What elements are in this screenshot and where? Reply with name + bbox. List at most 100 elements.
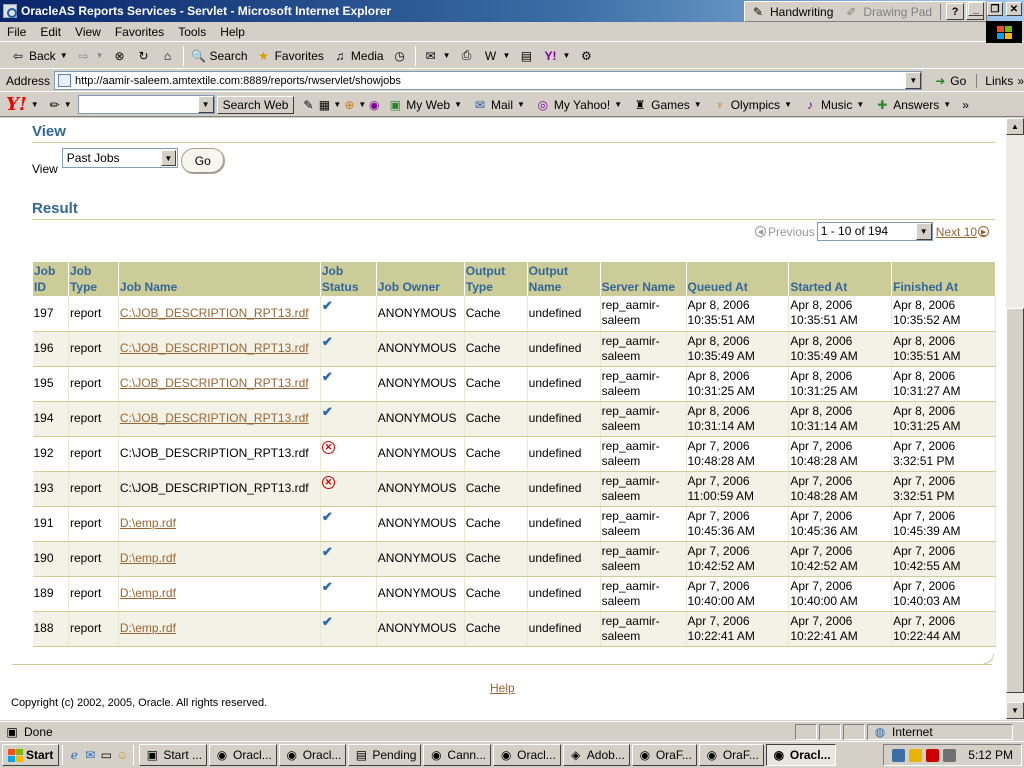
chevron-down-icon[interactable]: ▼: [64, 100, 72, 109]
address-url[interactable]: http://aamir-saleem.amtextile.com:8889/r…: [75, 75, 401, 87]
chevron-down-icon[interactable]: ▼: [160, 150, 176, 166]
scroll-down-icon[interactable]: ▼: [1006, 702, 1024, 719]
chevron-down-icon[interactable]: ▼: [915, 223, 932, 240]
search-web-button[interactable]: Search Web: [216, 95, 295, 114]
chevron-down-icon[interactable]: ▼: [31, 100, 39, 109]
taskbar-item[interactable]: ◉ Oracl...: [493, 744, 561, 766]
chevron-down-icon[interactable]: ▼: [358, 100, 366, 109]
yahoo-messenger-button[interactable]: Y! ▼: [538, 45, 574, 67]
messenger-quicklaunch-icon[interactable]: ☺: [114, 747, 130, 763]
taskbar-item[interactable]: ◉ Cann...: [423, 744, 492, 766]
go-button[interactable]: ➜ Go: [932, 73, 966, 89]
yahoo-search-input[interactable]: ▼: [77, 95, 215, 114]
research-button[interactable]: ⚙: [574, 45, 598, 67]
chevron-down-icon[interactable]: ▼: [503, 51, 511, 60]
chevron-down-icon[interactable]: ▼: [562, 51, 570, 60]
taskbar-item[interactable]: ◉ Oracl...: [209, 744, 277, 766]
address-dropdown-button[interactable]: ▼: [905, 72, 922, 89]
history-button[interactable]: ◷: [388, 45, 412, 67]
range-select[interactable]: 1 - 10 of 194 ▼: [816, 222, 933, 241]
anti-spy-icon[interactable]: ⊕: [341, 97, 357, 113]
view-select[interactable]: Past Jobs ▼: [61, 148, 178, 168]
network-tray-icon[interactable]: [892, 748, 906, 762]
print-button[interactable]: ⎙: [455, 45, 479, 67]
taskbar-item[interactable]: ◉ OraF...: [631, 744, 697, 766]
yahoo-games[interactable]: ♜ Games ▼: [627, 97, 707, 113]
job-name-link[interactable]: D:\emp.rdf: [120, 586, 176, 600]
mail-button[interactable]: ✉ ▼: [419, 45, 455, 67]
chevron-right-icon[interactable]: »: [962, 98, 969, 112]
menu-tools[interactable]: Tools: [171, 25, 213, 39]
menu-favorites[interactable]: Favorites: [108, 25, 171, 39]
job-name-link[interactable]: D:\emp.rdf: [120, 551, 176, 565]
clock[interactable]: 5:12 PM: [968, 748, 1013, 762]
next-label[interactable]: Next 10: [936, 225, 977, 239]
yahoo-mail[interactable]: ✉ Mail ▼: [467, 97, 530, 113]
taskbar-item[interactable]: ◈ Adob...: [562, 744, 630, 766]
job-name-link[interactable]: C:\JOB_DESCRIPTION_RPT13.rdf: [120, 306, 309, 320]
back-button[interactable]: ⇦ Back ▼: [6, 45, 72, 67]
pencil-icon[interactable]: ✏: [47, 97, 63, 113]
volume-tray-icon[interactable]: [943, 748, 957, 762]
chevron-down-icon[interactable]: ▼: [443, 51, 451, 60]
search-dropdown-button[interactable]: ▼: [197, 96, 214, 113]
yahoo-circle-icon[interactable]: ◉: [366, 97, 382, 113]
job-name-link[interactable]: D:\emp.rdf: [120, 516, 176, 530]
search-button[interactable]: 🔍 Search: [187, 45, 252, 67]
yahoo-music[interactable]: ♪ Music ▼: [797, 97, 869, 113]
chevron-down-icon[interactable]: ▼: [60, 51, 68, 60]
job-name-link[interactable]: D:\emp.rdf: [120, 621, 176, 635]
minimize-icon[interactable]: _: [968, 2, 984, 16]
layout-icon[interactable]: ▦: [316, 97, 332, 113]
next-arrow-icon[interactable]: ▶: [978, 226, 990, 237]
yahoo-my-web[interactable]: ▣ My Web ▼: [382, 97, 467, 113]
go-view-button[interactable]: Go: [180, 148, 225, 174]
security-tray-icon[interactable]: [926, 748, 940, 762]
favorites-button[interactable]: ★ Favorites: [252, 45, 328, 67]
ie-quicklaunch-icon[interactable]: ℯ: [66, 747, 82, 763]
help-link[interactable]: Help: [490, 681, 515, 695]
discuss-button[interactable]: ▤: [514, 45, 538, 67]
taskbar-item[interactable]: ◉ OraF...: [698, 744, 764, 766]
help-button[interactable]: ?: [946, 3, 965, 20]
yahoo-answers[interactable]: ✚ Answers ▼: [869, 97, 956, 113]
yahoo-my-yahoo[interactable]: ◎ My Yahoo! ▼: [530, 97, 627, 113]
job-name-link[interactable]: C:\JOB_DESCRIPTION_RPT13.rdf: [120, 376, 309, 390]
job-name-link[interactable]: C:\JOB_DESCRIPTION_RPT13.rdf: [120, 341, 309, 355]
power-tray-icon[interactable]: [909, 748, 923, 762]
start-button[interactable]: Start: [2, 744, 60, 766]
refresh-button[interactable]: ↻: [132, 45, 156, 67]
restore-icon[interactable]: ❐: [987, 2, 1003, 16]
outlook-quicklaunch-icon[interactable]: ✉: [82, 747, 98, 763]
home-button[interactable]: ⌂: [156, 45, 180, 67]
menu-view[interactable]: View: [68, 25, 108, 39]
edit-button[interactable]: W ▼: [479, 45, 515, 67]
taskbar-item[interactable]: ◉ Oracl...: [765, 744, 836, 766]
chevron-down-icon[interactable]: ▼: [333, 100, 341, 109]
forward-button[interactable]: ⇨ ▼: [72, 45, 108, 67]
ie-app-icon[interactable]: [3, 4, 17, 18]
menu-edit[interactable]: Edit: [33, 25, 68, 39]
close-icon[interactable]: ✕: [1006, 2, 1022, 16]
menu-help[interactable]: Help: [213, 25, 252, 39]
address-input[interactable]: http://aamir-saleem.amtextile.com:8889/r…: [54, 71, 923, 90]
scroll-thumb[interactable]: [1006, 308, 1024, 693]
taskbar-item[interactable]: ▣ Start ...: [139, 744, 208, 766]
menu-file[interactable]: File: [0, 25, 33, 39]
desktop-quicklaunch-icon[interactable]: ▭: [98, 747, 114, 763]
media-button[interactable]: ♫ Media: [328, 45, 388, 67]
stop-button[interactable]: ⊗: [108, 45, 132, 67]
links-button[interactable]: Links »: [976, 73, 1024, 88]
chevron-down-icon[interactable]: ▼: [96, 51, 104, 60]
yahoo-logo[interactable]: Y!: [6, 94, 27, 115]
drawing-pad-button[interactable]: ✐ Drawing Pad: [838, 2, 937, 21]
handwriting-button[interactable]: ✎ Handwriting: [745, 2, 838, 21]
highlight-icon[interactable]: ✎: [300, 97, 316, 113]
taskbar-item[interactable]: ◉ Oracl...: [278, 744, 347, 766]
taskbar-item[interactable]: ▤ Pending: [348, 744, 422, 766]
next-link[interactable]: Next 10 ▶: [936, 225, 990, 239]
yahoo-olympics[interactable]: ♆ Olympics ▼: [707, 97, 797, 113]
scroll-up-icon[interactable]: ▲: [1006, 118, 1024, 135]
vertical-scrollbar[interactable]: ▲ ▼: [1006, 118, 1024, 720]
job-name-link[interactable]: C:\JOB_DESCRIPTION_RPT13.rdf: [120, 411, 309, 425]
